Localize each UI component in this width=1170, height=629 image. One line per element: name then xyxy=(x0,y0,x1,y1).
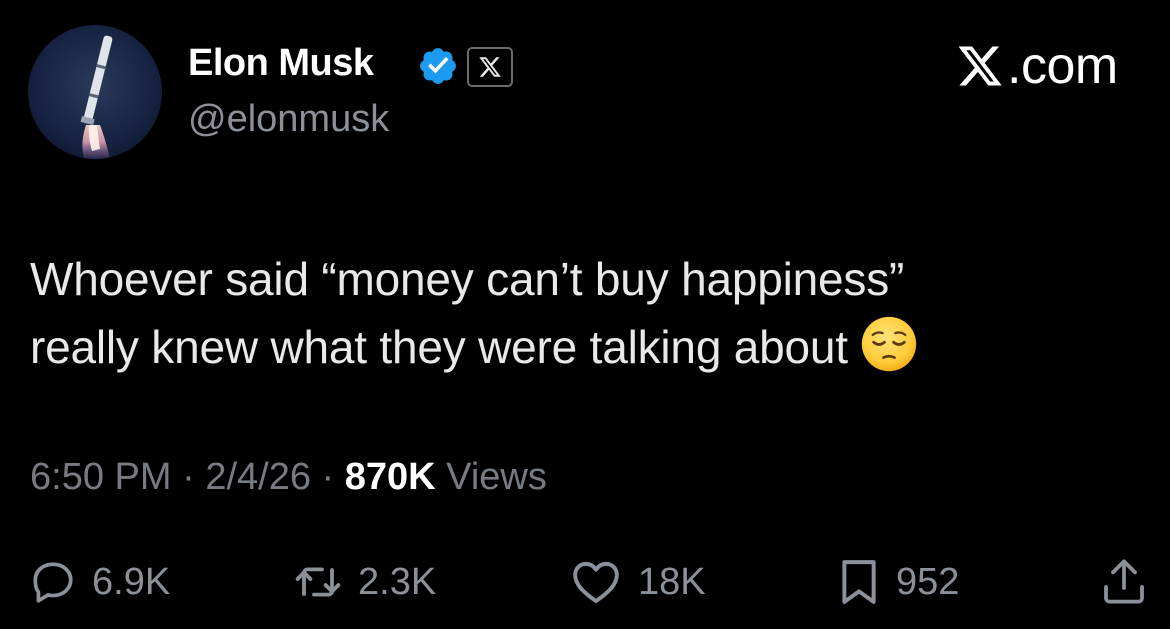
brand-domain-text: .com xyxy=(1007,37,1118,95)
meta-separator: · xyxy=(321,456,335,498)
tweet-text-line-2-text: really knew what they were talking about xyxy=(30,321,848,373)
verified-badge-icon[interactable] xyxy=(417,45,459,87)
heart-icon xyxy=(573,561,619,604)
pensive-face-emoji-icon xyxy=(860,315,918,373)
tweet-body: Whoever said “money can’t buy happiness”… xyxy=(30,245,1150,381)
views-count[interactable]: 870K xyxy=(345,456,436,498)
x-affiliate-badge-icon[interactable] xyxy=(467,47,513,87)
tweet-text-line-1: Whoever said “money can’t buy happiness” xyxy=(30,253,905,305)
reply-icon xyxy=(33,562,73,603)
share-icon xyxy=(1104,559,1144,604)
tweet-metadata: 6:50 PM · 2/4/26 · 870K Views xyxy=(30,458,547,496)
author-display-name[interactable]: Elon Musk xyxy=(188,44,374,82)
reply-button[interactable]: 6.9K xyxy=(28,556,170,608)
x-com-brand: .com xyxy=(955,39,1118,94)
reply-count: 6.9K xyxy=(92,560,171,603)
repost-count: 2.3K xyxy=(358,560,437,603)
rocket-launch-avatar-icon xyxy=(28,25,162,159)
like-button[interactable]: 18K xyxy=(568,556,706,608)
views-label[interactable]: Views xyxy=(446,456,547,498)
bookmark-icon xyxy=(842,560,876,604)
x-logo-icon xyxy=(958,46,1002,86)
like-count: 18K xyxy=(638,560,706,603)
meta-separator: · xyxy=(182,456,195,498)
tweet-text-line-2: really knew what they were talking about xyxy=(30,313,1150,381)
avatar[interactable] xyxy=(28,25,162,159)
bookmark-button[interactable]: 952 xyxy=(836,556,959,608)
share-button[interactable] xyxy=(1100,556,1148,608)
tweet-date[interactable]: 2/4/26 xyxy=(205,456,311,498)
author-handle[interactable]: @elonmusk xyxy=(188,100,389,138)
bookmark-count: 952 xyxy=(896,560,960,603)
repost-button[interactable]: 2.3K xyxy=(292,556,436,608)
repost-icon xyxy=(295,567,341,597)
tweet-time[interactable]: 6:50 PM xyxy=(30,456,172,498)
